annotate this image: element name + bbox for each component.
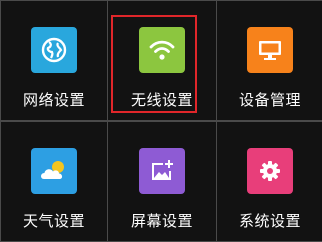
tile-label: 设备管理: [238, 91, 301, 109]
tile-device-management[interactable]: 设备管理: [217, 1, 322, 120]
weather-icon: [37, 156, 71, 186]
tile-network-settings[interactable]: 网络设置: [1, 1, 107, 120]
wireless-icon-tile: [139, 27, 185, 73]
settings-menu-grid: 网络设置 无线设置 设备管理 天气设置 屏幕设置 系统设置: [0, 0, 322, 242]
weather-icon-tile: [31, 148, 77, 194]
screen-icon-tile: [139, 148, 185, 194]
device-icon-tile: [247, 27, 293, 73]
tile-label: 天气设置: [22, 212, 85, 230]
system-icon-tile: [247, 148, 293, 194]
tile-screen-settings[interactable]: 屏幕设置: [108, 122, 216, 241]
tile-label: 网络设置: [22, 91, 85, 109]
tile-label: 屏幕设置: [130, 212, 193, 230]
network-icon-tile: [31, 27, 77, 73]
screen-edit-icon: [147, 156, 177, 186]
tile-label: 系统设置: [238, 212, 301, 230]
tile-label: 无线设置: [130, 91, 193, 109]
globe-icon: [39, 35, 69, 65]
monitor-icon: [255, 35, 285, 65]
tile-wireless-settings[interactable]: 无线设置: [108, 1, 216, 120]
wifi-icon: [147, 35, 177, 65]
gear-icon: [255, 156, 285, 186]
tile-weather-settings[interactable]: 天气设置: [1, 122, 107, 241]
tile-system-settings[interactable]: 系统设置: [217, 122, 322, 241]
